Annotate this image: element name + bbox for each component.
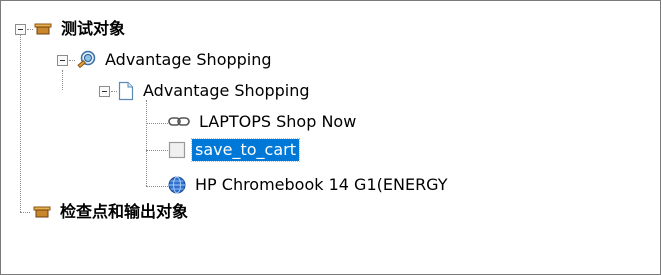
tree-connector [146,123,168,124]
tree-node-label: Advantage Shopping [105,50,272,69]
tree-node-label: 测试对象 [61,19,126,38]
tree-node-label: 检查点和输出对象 [60,202,189,221]
tree-node-link[interactable]: LAPTOPS Shop Now [168,110,359,134]
tree-node-page[interactable]: Advantage Shopping [99,79,313,103]
link-icon [168,116,190,128]
collapse-toggle[interactable] [99,85,110,97]
tree-node-web-element[interactable]: HP Chromebook 14 G1(ENERGY [168,173,451,197]
tree-node-label: HP Chromebook 14 G1(ENERGY [195,175,448,194]
tree-connector [146,100,147,186]
folder-tray-icon [34,23,52,35]
folder-tray-icon [33,206,51,218]
tree-node-element[interactable]: save_to_cart [168,138,300,162]
tree-connector [62,70,63,90]
tree-connector [111,90,117,92]
tree-node-checkpoints[interactable]: 检查点和输出对象 [33,200,191,224]
tree-connector [69,59,75,61]
tree-node-label: Advantage Shopping [143,81,310,100]
page-icon [118,81,134,101]
tree-node-browser[interactable]: Advantage Shopping [57,48,275,72]
checkbox-object-icon [168,141,186,159]
tree-node-label-selected: save_to_cart [191,138,300,162]
collapse-toggle[interactable] [57,54,68,66]
tree-connector [146,186,168,187]
tree-node-label: LAPTOPS Shop Now [199,112,357,131]
tree-connector [20,212,30,213]
object-repository-tree[interactable]: 测试对象 Advantage Shopping Advantage Shoppi… [0,0,661,275]
browser-icon [76,50,96,70]
tree-connector [146,150,168,151]
tree-connector [27,28,33,30]
tree-connector [20,34,21,212]
collapse-toggle[interactable] [15,23,26,35]
globe-icon [168,176,186,194]
tree-node-test-objects[interactable]: 测试对象 [15,17,128,41]
